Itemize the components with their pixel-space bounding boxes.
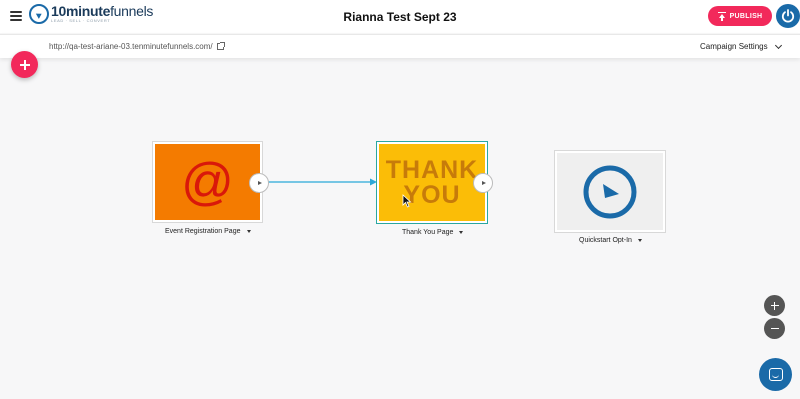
url-bar: http://qa-test-ariane-03.tenminutefunnel… — [0, 34, 800, 58]
publish-button-label: PUBLISH — [729, 12, 763, 20]
mouse-cursor-icon — [402, 194, 412, 208]
page-thumbnail — [557, 153, 663, 230]
caret-down-icon — [246, 230, 251, 233]
node-label-quickstart-opt-in[interactable]: Quickstart Opt-In — [579, 237, 642, 244]
external-link-icon — [216, 42, 225, 50]
power-icon[interactable] — [776, 4, 800, 28]
add-page-button[interactable] — [11, 51, 38, 78]
chevron-down-icon — [774, 41, 782, 49]
publish-button[interactable]: PUBLISH — [708, 6, 772, 26]
chat-icon — [768, 368, 783, 381]
at-sign-icon: @ — [181, 153, 234, 211]
output-port-thank-you[interactable] — [473, 173, 493, 193]
chat-button[interactable] — [759, 358, 792, 391]
upload-icon — [717, 11, 726, 21]
page-thumbnail: THANK YOU — [379, 144, 485, 221]
page-node-thank-you[interactable]: THANK YOU — [376, 141, 488, 224]
node-label-event-registration[interactable]: Event Registration Page — [165, 228, 251, 235]
page-node-event-registration[interactable]: @ — [152, 141, 263, 223]
campaign-title: Rianna Test Sept 23 — [343, 10, 457, 24]
node-label-thank-you[interactable]: Thank You Page — [402, 229, 464, 236]
output-port-event-registration[interactable] — [249, 173, 269, 193]
top-bar: 10minutefunnels LEAD · SELL · CONVERT Ri… — [0, 0, 800, 33]
page-thumbnail: @ — [155, 144, 260, 220]
clock-icon — [583, 165, 637, 218]
zoom-in-button[interactable] — [764, 295, 785, 316]
zoom-out-button[interactable] — [764, 318, 785, 339]
campaign-url-link[interactable]: http://qa-test-ariane-03.tenminutefunnel… — [49, 42, 225, 51]
campaign-settings-dropdown[interactable]: Campaign Settings — [700, 41, 782, 51]
caret-down-icon — [637, 239, 642, 242]
caret-down-icon — [459, 231, 464, 234]
page-node-quickstart-opt-in[interactable] — [554, 150, 666, 233]
